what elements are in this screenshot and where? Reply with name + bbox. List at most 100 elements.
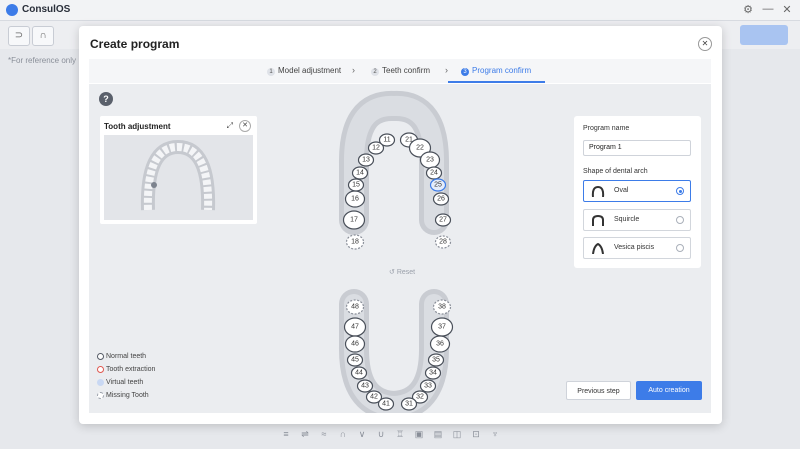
tooth-47[interactable]: 47: [343, 317, 367, 337]
legend-dot: [97, 353, 104, 360]
tooth-number: 23: [426, 157, 434, 164]
radio-vesica-piscis[interactable]: [676, 244, 684, 252]
toolbar-arch-icon[interactable]: ∩: [32, 26, 54, 46]
legend-normal: Normal teeth: [97, 350, 155, 363]
vesica-arch-icon: [592, 243, 604, 254]
minimize-icon[interactable]: —: [761, 3, 775, 15]
tooth-number: 37: [438, 324, 446, 331]
tooth-37[interactable]: 37: [430, 317, 454, 337]
reset-button[interactable]: ↺ Reset: [389, 268, 415, 276]
tooth-number: 31: [405, 401, 413, 408]
tooth-28[interactable]: 28: [434, 235, 452, 249]
arch-shape-oval[interactable]: Oval: [583, 180, 691, 202]
tooth-34[interactable]: 34: [424, 366, 442, 380]
squircle-arch-icon: [592, 215, 604, 226]
dialog-title: Create program: [90, 37, 180, 51]
tool-2-icon[interactable]: ⇌: [299, 429, 311, 439]
lower-arch: 48 47 46 45 44 4342 41 38 37 36 35 34 333231: [339, 289, 454, 413]
radio-squircle[interactable]: [676, 216, 684, 224]
tooth-33[interactable]: 33: [419, 379, 437, 393]
radio-oval[interactable]: [676, 187, 684, 195]
tool-5-icon[interactable]: ∨: [356, 429, 368, 439]
tooth-43[interactable]: 43: [356, 379, 374, 393]
tooth-number: 15: [352, 182, 360, 189]
tooth-number: 11: [383, 137, 390, 144]
tooth-number: 43: [361, 383, 369, 390]
tooth-25[interactable]: 25: [429, 178, 447, 192]
arch-shape-vesica-piscis[interactable]: Vesica piscis: [583, 237, 691, 259]
step-progress: 1 Model adjustment › 2 Teeth confirm › 3 Pr…: [89, 59, 711, 83]
tooth-14[interactable]: 14: [351, 166, 369, 180]
close-icon[interactable]: ✕: [780, 3, 794, 16]
tooth-number: 44: [355, 370, 363, 377]
tooth-number: 27: [439, 217, 447, 224]
arch-shape-squircle[interactable]: Squircle: [583, 209, 691, 231]
legend-missing: Missing Tooth: [97, 389, 155, 402]
tool-9-icon[interactable]: ▤: [432, 429, 444, 439]
tooth-18[interactable]: 18: [345, 234, 365, 250]
tool-11-icon[interactable]: ⊡: [470, 429, 482, 439]
tool-1-icon[interactable]: ≡: [280, 429, 292, 439]
gear-icon[interactable]: ⚙: [741, 3, 755, 16]
tooth-26[interactable]: 26: [432, 192, 450, 206]
tooth-number: 28: [439, 239, 447, 246]
tooth-44[interactable]: 44: [350, 366, 368, 380]
chevron-right-icon: ›: [445, 65, 448, 75]
step-teeth-confirm[interactable]: 2 Teeth confirm: [371, 66, 430, 76]
tooth-number: 26: [437, 196, 445, 203]
tool-6-icon[interactable]: ∪: [375, 429, 387, 439]
tooth-11[interactable]: 11: [378, 133, 396, 147]
tooth-15[interactable]: 15: [347, 178, 365, 192]
arch-shape-label: Shape of dental arch: [583, 168, 648, 175]
previous-step-button[interactable]: Previous step: [566, 381, 631, 400]
app-logo-icon: [6, 4, 18, 16]
tool-3-icon[interactable]: ≈: [318, 429, 330, 439]
step-model-adjustment[interactable]: 1 Model adjustment: [267, 66, 341, 76]
arch-canvas: ? Tooth adjustment ⤢ ✕ 18 17 16 15 14 13 12 11 2…: [89, 84, 711, 413]
upper-arch: 1817161514131211 2122232425262728: [339, 91, 452, 250]
tooth-number: 38: [438, 304, 446, 311]
tooth-36[interactable]: 36: [429, 335, 451, 353]
tooth-number: 12: [372, 145, 380, 152]
auto-creation-button[interactable]: Auto creation: [636, 381, 702, 400]
tooth-number: 16: [351, 196, 359, 203]
legend-extraction: Tooth extraction: [97, 363, 155, 376]
tooth-46[interactable]: 46: [344, 335, 366, 353]
program-name-input[interactable]: [583, 140, 691, 156]
tooth-45[interactable]: 45: [346, 353, 364, 367]
tooth-number: 35: [432, 357, 440, 364]
tooth-number: 14: [356, 170, 364, 177]
toolbar-undo-icon[interactable]: ⊃: [8, 26, 30, 46]
tool-12-icon[interactable]: ♆: [489, 429, 501, 439]
create-program-dialog: Create program ✕ 1 Model adjustment › 2 Te…: [79, 26, 722, 424]
tooth-41[interactable]: 41: [377, 397, 395, 411]
tooth-16[interactable]: 16: [344, 190, 366, 208]
tooth-17[interactable]: 17: [342, 210, 366, 230]
tooth-number: 46: [351, 341, 359, 348]
tooth-27[interactable]: 27: [434, 213, 452, 227]
tool-10-icon[interactable]: ◫: [451, 429, 463, 439]
tooth-38[interactable]: 38: [432, 299, 452, 315]
tooth-number: 42: [370, 394, 378, 401]
tool-4-icon[interactable]: ∩: [337, 429, 349, 439]
legend-dot: [97, 379, 104, 386]
tooth-number: 24: [430, 170, 438, 177]
program-settings-panel: Program name Shape of dental arch Oval S…: [574, 116, 701, 268]
tooth-48[interactable]: 48: [345, 299, 365, 315]
step-program-confirm[interactable]: 3 Program confirm: [461, 66, 531, 76]
tool-8-icon[interactable]: ▣: [413, 429, 425, 439]
legend-dot: [97, 366, 104, 373]
tooth-23[interactable]: 23: [419, 151, 441, 169]
tooth-number: 33: [424, 383, 432, 390]
dialog-close-icon[interactable]: ✕: [698, 37, 712, 51]
tooth-31[interactable]: 31: [400, 397, 418, 411]
tooth-number: 17: [350, 217, 358, 224]
tool-7-icon[interactable]: ♖: [394, 429, 406, 439]
tooth-number: 13: [362, 157, 370, 164]
program-name-label: Program name: [583, 125, 630, 132]
toolbar-action-button[interactable]: [740, 25, 788, 45]
tooth-number: 47: [351, 324, 359, 331]
tooth-35[interactable]: 35: [427, 353, 445, 367]
tooth-13[interactable]: 13: [357, 153, 375, 167]
tooth-24[interactable]: 24: [425, 166, 443, 180]
